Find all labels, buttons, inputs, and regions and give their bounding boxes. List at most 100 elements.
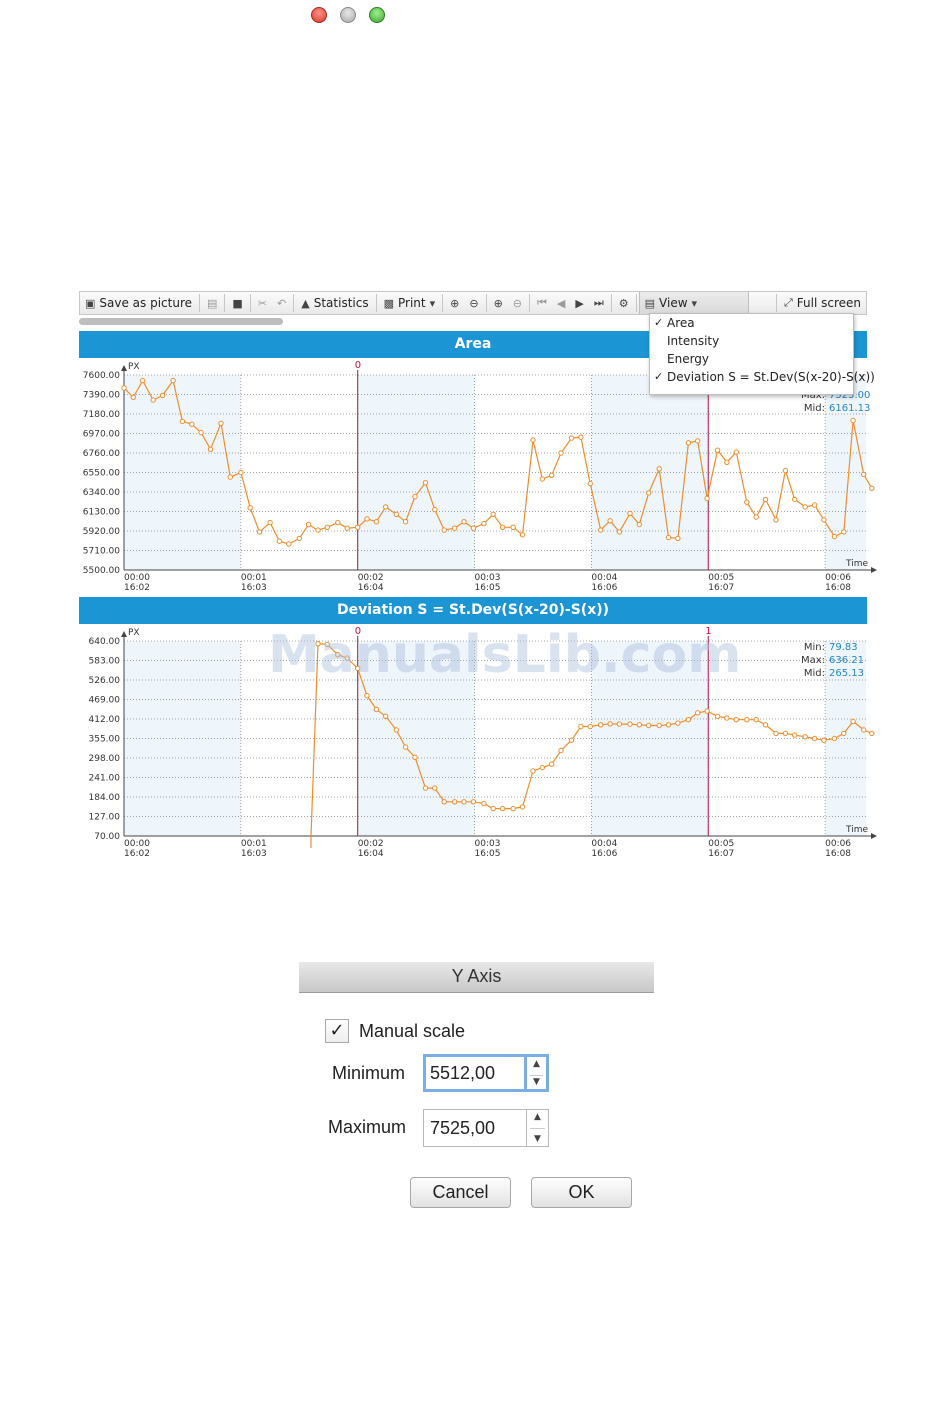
- data-point: [539, 476, 545, 482]
- y-tick-label: 526.00: [89, 676, 121, 686]
- data-point: [724, 459, 730, 466]
- next-button[interactable]: ▶: [570, 292, 588, 314]
- x-tick-label: 16:03: [241, 583, 267, 593]
- x-tick-label: 00:04: [591, 839, 617, 849]
- x-tick-label: 00:02: [358, 839, 384, 849]
- stepper-up-icon[interactable]: ▲: [527, 1112, 548, 1122]
- y-tick-label: 6130.00: [83, 508, 120, 518]
- data-point: [510, 524, 516, 531]
- prev-button[interactable]: ◀: [552, 292, 570, 314]
- data-point: [452, 799, 458, 805]
- data-point: [675, 535, 681, 542]
- undo-button[interactable]: ↶: [272, 292, 291, 314]
- stat-label: Max:: [801, 655, 825, 666]
- zoom-reset-button[interactable]: ⊖: [508, 292, 527, 314]
- data-point: [841, 529, 847, 535]
- printer-icon: ▩: [383, 296, 394, 310]
- x-axis-label: Time: [845, 825, 868, 835]
- zoom-out-button[interactable]: ⊖: [464, 292, 483, 314]
- dropdown-arrow-icon: ▾: [429, 296, 436, 310]
- x-axis-arrow-icon: [871, 833, 877, 839]
- data-point: [744, 717, 750, 723]
- zoom-in-button[interactable]: ⊕: [445, 292, 464, 314]
- data-point: [578, 723, 584, 730]
- data-point: [733, 717, 739, 723]
- data-point: [665, 534, 672, 541]
- x-tick-label: 16:04: [358, 849, 384, 859]
- data-point: [714, 713, 721, 720]
- data-point: [792, 732, 798, 738]
- data-point: [607, 721, 613, 727]
- statistics-button[interactable]: ▲ Statistics: [296, 292, 373, 314]
- minimum-stepper[interactable]: ▲ ▼: [527, 1054, 549, 1092]
- comment-button[interactable]: ■: [227, 292, 247, 314]
- data-point: [656, 722, 662, 729]
- maximum-field[interactable]: 7525,00: [423, 1109, 527, 1147]
- data-point: [393, 511, 399, 518]
- stepper-divider: [530, 1075, 543, 1076]
- save-as-picture-button[interactable]: ▣ Save as picture: [80, 292, 197, 314]
- maximum-label: Maximum: [328, 1117, 407, 1137]
- print-button[interactable]: ▩ Print ▾: [379, 292, 441, 314]
- stepper-down-icon[interactable]: ▼: [527, 1134, 548, 1144]
- zoom-fit-button[interactable]: ⊕: [489, 292, 508, 314]
- horizontal-scrollbar[interactable]: [79, 318, 283, 325]
- zoom-window-icon[interactable]: [369, 7, 385, 23]
- save-button[interactable]: ▤: [202, 292, 222, 314]
- data-point: [393, 727, 399, 733]
- x-tick-label: 00:05: [708, 839, 734, 849]
- manual-scale-checkbox[interactable]: ✓: [325, 1019, 349, 1043]
- stat-label: Min:: [804, 642, 825, 653]
- data-point: [802, 734, 808, 740]
- data-point: [704, 495, 710, 502]
- data-point: [315, 527, 321, 533]
- cancel-button[interactable]: Cancel: [410, 1177, 511, 1208]
- data-point: [441, 799, 447, 805]
- view-menu-item-intensity[interactable]: Intensity: [650, 332, 853, 350]
- minimum-field[interactable]: 5512,00: [423, 1054, 527, 1092]
- data-point: [558, 450, 564, 456]
- data-point: [695, 438, 701, 444]
- data-point: [530, 437, 536, 443]
- data-point: [549, 761, 555, 767]
- play-icon: ▶: [575, 296, 584, 310]
- stepper-down-icon[interactable]: ▼: [527, 1077, 546, 1087]
- last-button[interactable]: ⏭: [589, 292, 609, 314]
- skip-forward-icon: ⏭: [593, 296, 604, 309]
- cut-button[interactable]: ✂: [253, 292, 272, 314]
- data-point: [432, 506, 438, 513]
- data-point: [616, 529, 623, 535]
- ok-button[interactable]: OK: [531, 1177, 632, 1208]
- data-point: [510, 805, 516, 812]
- full-screen-button[interactable]: ⤢ Full screen: [779, 292, 866, 314]
- view-menu-item-energy[interactable]: Energy: [650, 350, 853, 368]
- first-button[interactable]: ⏮: [532, 292, 552, 314]
- view-menu-item-deviation[interactable]: ✓ Deviation S = St.Dev(S(x-20)-S(x)): [650, 368, 875, 386]
- data-point: [238, 469, 244, 476]
- data-point: [267, 519, 273, 526]
- maximum-stepper[interactable]: ▲ ▼: [527, 1109, 549, 1147]
- toolbar-divider: [529, 294, 531, 312]
- data-point: [607, 518, 613, 524]
- data-point: [782, 730, 789, 737]
- view-menu-item-area[interactable]: ✓ Area: [650, 314, 853, 332]
- x-tick-label: 00:02: [358, 573, 384, 583]
- deviation-chart-title: Deviation S = St.Dev(S(x-20)-S(x)): [79, 597, 867, 624]
- stepper-up-icon[interactable]: ▲: [527, 1059, 546, 1069]
- view-menu-button[interactable]: ▤ View ▾: [638, 292, 749, 314]
- check-icon: ✓: [654, 316, 664, 329]
- data-point: [461, 519, 467, 525]
- data-point: [744, 499, 750, 505]
- x-tick-label: 16:06: [591, 849, 617, 859]
- data-point: [714, 447, 721, 453]
- settings-button[interactable]: ⚙: [614, 292, 634, 314]
- dialog-title: Y Axis: [451, 966, 502, 986]
- stat-value: 79.83: [829, 642, 858, 653]
- close-window-icon[interactable]: [311, 7, 327, 23]
- data-point: [140, 377, 146, 384]
- minimize-window-icon[interactable]: [340, 7, 356, 23]
- stat-label: Mid:: [804, 403, 825, 414]
- data-point: [831, 533, 838, 540]
- data-point: [675, 720, 681, 726]
- toolbar-divider: [442, 294, 444, 312]
